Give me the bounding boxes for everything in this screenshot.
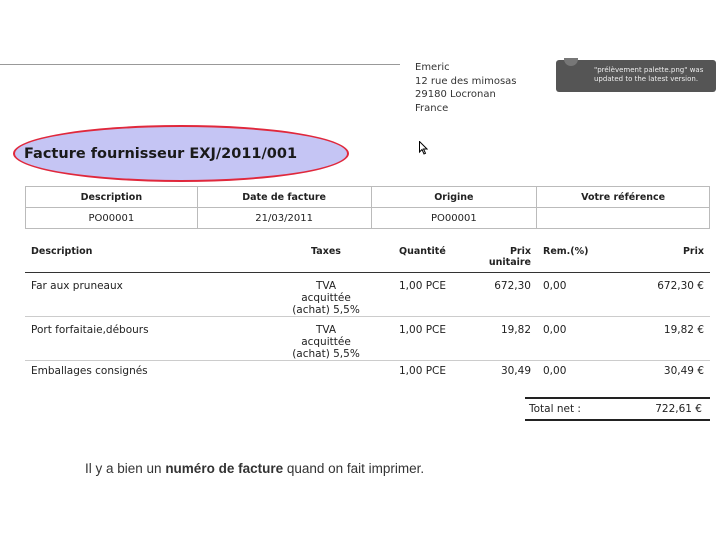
info-cell: PO00001	[25, 207, 198, 229]
column-header: Date de facture	[196, 186, 372, 208]
address-line: France	[415, 102, 449, 114]
total-net: Total net : 722,61 €	[525, 397, 710, 421]
invoice-title: Facture fournisseur EXJ/2011/001	[24, 146, 298, 162]
table-row: Emballages consignés 1,00 PCE 30,49 0,00…	[25, 361, 710, 378]
slide-caption: Il y a bien un numéro de facture quand o…	[85, 461, 424, 476]
notification-icon	[564, 58, 578, 66]
invoice-lines-table: Description Taxes Quantité Prix unitaire …	[25, 240, 710, 377]
line-taxes: TVA acquittée (achat) 5,5%	[259, 272, 393, 317]
column-header: Rem.(%)	[537, 240, 607, 273]
update-notification[interactable]: "prélèvement palette.png" was updated to…	[556, 58, 716, 92]
line-unit-price: 30,49	[500, 365, 531, 377]
info-cell	[536, 207, 710, 229]
caption-after: quand on fait imprimer.	[283, 461, 425, 476]
info-cell: PO00001	[370, 207, 538, 229]
line-unit-price: 19,82	[474, 316, 537, 361]
column-header: Taxes	[259, 240, 393, 273]
line-price: 672,30 €	[607, 272, 710, 317]
total-label: Total net :	[529, 403, 581, 415]
column-header: Origine	[370, 186, 538, 208]
address-line: Emeric	[415, 62, 450, 73]
caption-before: Il y a bien un	[85, 461, 166, 476]
line-description: Port forfaitaie,débours	[25, 316, 259, 361]
line-taxes: TVA acquittée (achat) 5,5%	[259, 316, 393, 361]
column-header: Description	[25, 240, 259, 273]
line-quantity: 1,00 PCE	[393, 272, 474, 317]
invoice-info-table: Description Date de facture Origine Votr…	[25, 186, 710, 229]
mouse-cursor-icon	[419, 141, 428, 155]
column-header: Prix unitaire	[474, 240, 537, 273]
page-top-rule	[0, 64, 400, 65]
line-discount: 0,00	[537, 316, 607, 361]
supplier-address: Emeric 12 rue des mimosas 29180 Locronan…	[415, 61, 517, 115]
line-discount: 0,00	[537, 272, 607, 317]
line-taxes	[259, 361, 393, 378]
line-unit-price: 672,30	[474, 272, 537, 317]
line-description: Far aux pruneaux	[25, 272, 259, 317]
line-description: Emballages consignés	[31, 365, 148, 377]
notification-text: "prélèvement palette.png" was updated to…	[594, 66, 704, 83]
address-line: 12 rue des mimosas	[415, 75, 517, 87]
line-discount: 0,00	[543, 365, 567, 377]
line-quantity: 1,00 PCE	[393, 316, 474, 361]
address-line: 29180 Locronan	[415, 89, 496, 100]
column-header: Prix	[607, 240, 710, 273]
total-value: 722,61 €	[655, 403, 702, 415]
line-price: 30,49 €	[663, 365, 704, 377]
column-header: Votre référence	[536, 186, 710, 208]
caption-bold: numéro de facture	[165, 461, 284, 476]
line-price: 19,82 €	[607, 316, 710, 361]
line-quantity: 1,00 PCE	[399, 365, 447, 377]
info-cell: 21/03/2011	[196, 207, 372, 229]
column-header: Quantité	[393, 240, 474, 273]
column-header: Description	[25, 186, 198, 208]
table-row: Port forfaitaie,débours TVA acquittée (ach…	[25, 316, 710, 361]
table-row: Far aux pruneaux TVA acquittée (achat) 5,5…	[25, 272, 710, 317]
